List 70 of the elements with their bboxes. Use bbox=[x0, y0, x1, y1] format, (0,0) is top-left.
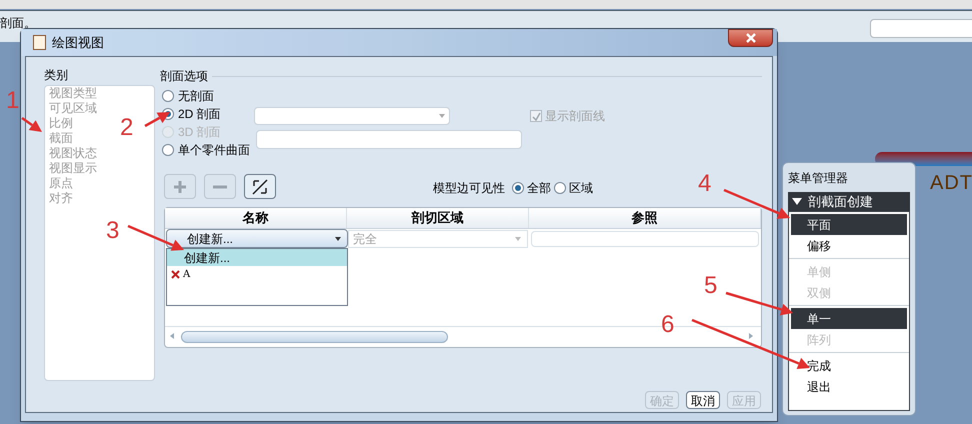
menu-item[interactable]: 完成 bbox=[791, 355, 907, 376]
close-button[interactable] bbox=[728, 29, 773, 47]
category-item[interactable]: 视图显示 bbox=[49, 161, 97, 176]
category-item[interactable]: 视图类型 bbox=[49, 86, 97, 101]
category-item[interactable]: 可见区域 bbox=[49, 101, 97, 116]
scroll-left-icon bbox=[170, 333, 174, 339]
checkmark-icon bbox=[532, 112, 540, 120]
dialog-button[interactable]: 取消 bbox=[686, 391, 720, 409]
name-dropdown[interactable]: 创建新... bbox=[166, 229, 348, 248]
annotation-number: 3 bbox=[106, 217, 120, 244]
menu-item[interactable]: 偏移 bbox=[791, 235, 907, 256]
column-header: 参照 bbox=[528, 208, 761, 228]
group-label: 剖面选项 bbox=[160, 68, 208, 85]
column-header: 名称 bbox=[165, 208, 348, 228]
window-icon bbox=[33, 35, 46, 50]
expanded-triangle-icon bbox=[792, 198, 802, 205]
annotation-arrow bbox=[726, 292, 793, 316]
annotation-number: 1 bbox=[6, 87, 20, 114]
annotation-number: 6 bbox=[661, 311, 674, 338]
annotation-number: 4 bbox=[698, 170, 712, 197]
annotation-arrow bbox=[724, 188, 790, 219]
radio-button[interactable] bbox=[554, 182, 566, 194]
radio-label: 单个零件曲面 bbox=[178, 142, 250, 159]
radio-label: 区域 bbox=[569, 180, 593, 197]
panel-title: 菜单管理器 bbox=[788, 170, 849, 187]
add-button[interactable] bbox=[164, 174, 196, 199]
radio-button[interactable] bbox=[512, 182, 524, 194]
error-icon bbox=[171, 270, 180, 279]
visibility-label: 模型边可见性 bbox=[433, 180, 505, 197]
category-label: 类别 bbox=[44, 67, 69, 84]
radio-button[interactable] bbox=[162, 90, 174, 102]
category-item[interactable]: 比例 bbox=[49, 116, 73, 131]
category-item[interactable]: 截面 bbox=[49, 131, 73, 146]
menu-item[interactable]: 单一 bbox=[791, 308, 907, 329]
surface-input-field[interactable] bbox=[256, 130, 522, 149]
annotation-number: 5 bbox=[704, 272, 718, 299]
annotation-arrow bbox=[144, 112, 170, 128]
search-field[interactable] bbox=[870, 19, 972, 38]
section-header[interactable]: 剖截面创建 bbox=[788, 192, 910, 211]
annotation-arrow bbox=[21, 116, 42, 132]
scroll-right-icon bbox=[749, 333, 753, 339]
caret-icon bbox=[439, 114, 445, 118]
radio-label: 无剖面 bbox=[178, 88, 214, 105]
caret-icon bbox=[515, 236, 521, 240]
flip-button[interactable] bbox=[244, 174, 276, 199]
section-dropdown[interactable] bbox=[254, 107, 450, 125]
caret-icon bbox=[335, 236, 341, 240]
reference-field[interactable] bbox=[531, 230, 759, 246]
radio-label: 全部 bbox=[527, 180, 551, 197]
plus-icon bbox=[174, 180, 186, 192]
menu-item[interactable]: 平面 bbox=[791, 214, 907, 235]
diagonal-arrows-icon bbox=[252, 178, 268, 194]
annotation-arrow bbox=[128, 224, 184, 251]
annotation-number: 2 bbox=[120, 114, 134, 141]
radio-label: 3D 剖面 bbox=[178, 124, 221, 141]
horizontal-scrollbar[interactable] bbox=[181, 331, 448, 343]
category-item[interactable]: 原点 bbox=[49, 176, 73, 191]
radio-button[interactable] bbox=[162, 144, 174, 156]
radio-label: 2D 剖面 bbox=[178, 106, 221, 123]
region-dropdown[interactable]: 完全 bbox=[348, 230, 528, 248]
minus-icon bbox=[213, 184, 227, 188]
category-item[interactable]: 对齐 bbox=[49, 191, 73, 206]
menu-item[interactable]: 退出 bbox=[791, 376, 907, 397]
close-icon bbox=[746, 33, 756, 43]
remove-button[interactable] bbox=[204, 174, 236, 199]
status-text: 剖面。 bbox=[0, 15, 36, 32]
column-header: 剖切区域 bbox=[347, 208, 529, 228]
category-item[interactable]: 视图状态 bbox=[49, 146, 97, 161]
dropdown-option[interactable]: 创建新... bbox=[167, 249, 347, 266]
window-title: 绘图视图 bbox=[52, 34, 104, 52]
